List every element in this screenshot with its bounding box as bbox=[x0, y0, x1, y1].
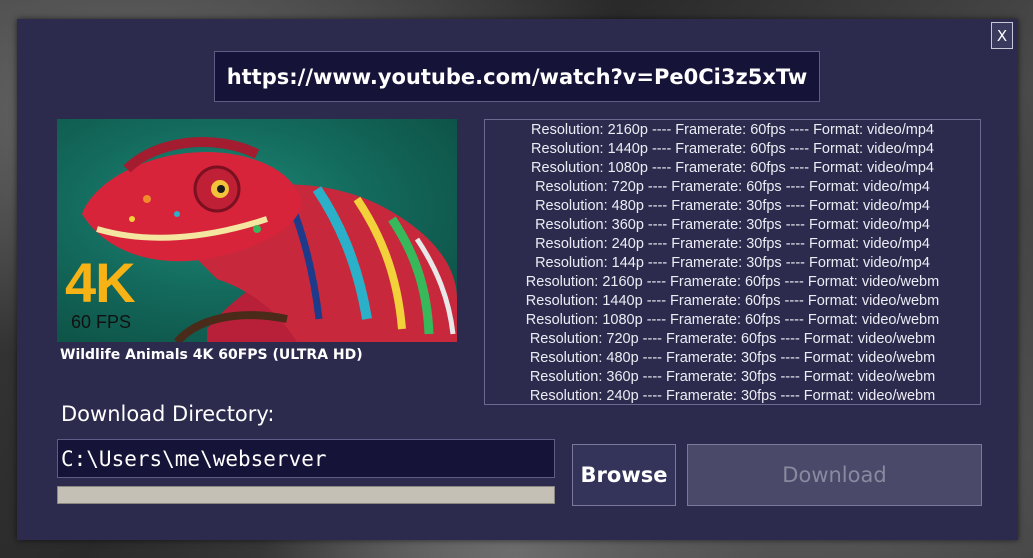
url-input[interactable]: https://www.youtube.com/watch?v=Pe0Ci3z5… bbox=[214, 51, 820, 102]
format-item[interactable]: Resolution: 480p ---- Framerate: 30fps -… bbox=[485, 197, 980, 216]
format-item[interactable]: Resolution: 144p ---- Framerate: 30fps -… bbox=[485, 254, 980, 273]
format-item[interactable]: Resolution: 240p ---- Framerate: 30fps -… bbox=[485, 387, 980, 404]
format-item[interactable]: Resolution: 1440p ---- Framerate: 60fps … bbox=[485, 292, 980, 311]
download-directory-label: Download Directory: bbox=[61, 402, 275, 426]
video-thumbnail: 4K 60 FPS bbox=[57, 119, 457, 342]
format-item[interactable]: Resolution: 2160p ---- Framerate: 60fps … bbox=[485, 121, 980, 140]
format-item[interactable]: Resolution: 1080p ---- Framerate: 60fps … bbox=[485, 159, 980, 178]
download-progress-bar bbox=[57, 486, 555, 504]
format-item[interactable]: Resolution: 720p ---- Framerate: 60fps -… bbox=[485, 178, 980, 197]
format-item[interactable]: Resolution: 240p ---- Framerate: 30fps -… bbox=[485, 235, 980, 254]
format-item[interactable]: Resolution: 360p ---- Framerate: 30fps -… bbox=[485, 368, 980, 387]
downloader-window: X https://www.youtube.com/watch?v=Pe0Ci3… bbox=[17, 19, 1018, 540]
video-title: Wildlife Animals 4K 60FPS (ULTRA HD) bbox=[60, 347, 363, 363]
fps-badge: 60 FPS bbox=[71, 312, 132, 332]
format-item[interactable]: Resolution: 1440p ---- Framerate: 60fps … bbox=[485, 140, 980, 159]
download-button[interactable]: Download bbox=[687, 444, 982, 506]
close-button[interactable]: X bbox=[991, 22, 1013, 49]
format-item[interactable]: Resolution: 360p ---- Framerate: 30fps -… bbox=[485, 216, 980, 235]
format-item[interactable]: Resolution: 720p ---- Framerate: 60fps -… bbox=[485, 330, 980, 349]
format-item[interactable]: Resolution: 1080p ---- Framerate: 60fps … bbox=[485, 311, 980, 330]
download-directory-input[interactable]: C:\Users\me\webserver bbox=[57, 439, 555, 478]
format-item[interactable]: Resolution: 2160p ---- Framerate: 60fps … bbox=[485, 273, 980, 292]
format-item[interactable]: Resolution: 480p ---- Framerate: 30fps -… bbox=[485, 349, 980, 368]
resolution-badge: 4K bbox=[65, 251, 136, 314]
format-list[interactable]: Resolution: 2160p ---- Framerate: 60fps … bbox=[484, 119, 981, 405]
browse-button[interactable]: Browse bbox=[572, 444, 676, 506]
